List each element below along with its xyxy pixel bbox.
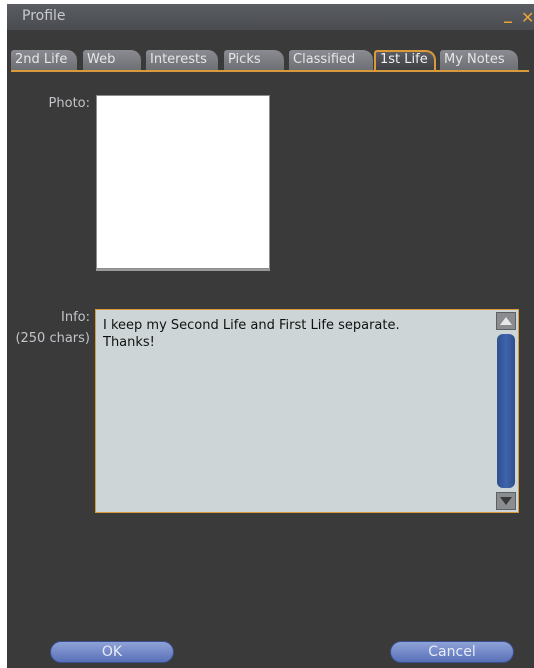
tab-1st-life[interactable]: 1st Life — [374, 50, 436, 70]
tab-2nd-life[interactable]: 2nd Life — [11, 50, 77, 70]
tab-strip: 2nd Life Web Interests Picks Classified … — [7, 50, 534, 72]
tab-web[interactable]: Web — [83, 50, 141, 70]
title-bar[interactable]: Profile _ ✕ — [7, 4, 534, 30]
photo-label: Photo: — [48, 96, 90, 111]
tab-my-notes[interactable]: My Notes — [440, 50, 518, 70]
scroll-up-button[interactable] — [496, 312, 516, 330]
photo-picture[interactable] — [96, 95, 270, 269]
minimize-icon[interactable]: _ — [504, 4, 512, 23]
profile-window: Profile _ ✕ 2nd Life Web Interests Picks… — [7, 4, 534, 668]
arrow-down-icon — [500, 497, 512, 505]
cancel-button[interactable]: Cancel — [390, 641, 514, 663]
window-title: Profile — [22, 8, 66, 24]
tab-picks[interactable]: Picks — [224, 50, 284, 70]
arrow-up-icon — [500, 317, 512, 325]
tab-underline — [11, 70, 529, 72]
info-text[interactable]: I keep my Second Life and First Life sep… — [103, 317, 493, 351]
info-textarea[interactable]: I keep my Second Life and First Life sep… — [95, 309, 519, 513]
tab-classified[interactable]: Classified — [289, 50, 373, 70]
ok-button[interactable]: OK — [50, 641, 174, 663]
tab-interests[interactable]: Interests — [146, 50, 218, 70]
info-scrollbar[interactable] — [496, 312, 516, 510]
scroll-thumb[interactable] — [497, 334, 515, 488]
info-label: Info: — [61, 310, 90, 325]
info-char-limit: (250 chars) — [15, 331, 90, 346]
close-icon[interactable]: ✕ — [521, 8, 534, 27]
scroll-down-button[interactable] — [496, 492, 516, 510]
